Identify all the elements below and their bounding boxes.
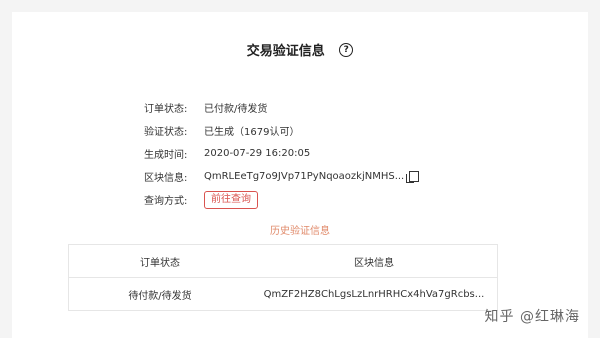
table-row: 待付款/待发货 QmZF2HZ8ChLgsLzLnrHRHCx4hVa7gRcb… [69,278,498,311]
generated-time-value: 2020-07-29 16:20:05 [204,148,311,159]
go-query-button[interactable]: 前往查询 [204,190,258,209]
page-title: 交易验证信息 [246,44,325,59]
column-header-status: 订单状态 [68,244,251,278]
query-method-row: 查询方式: 前往查询 [144,188,419,211]
generated-time-label: 生成时间: [144,150,188,161]
panel-header: 交易验证信息 ? [12,40,588,59]
column-header-block: 区块信息 [251,244,498,278]
watermark: 知乎 @红琳海 [484,309,580,325]
order-status-label: 订单状态: [144,104,188,115]
order-status-value: 已付款/待发货 [204,104,268,115]
help-icon[interactable]: ? [339,42,354,57]
history-title: 历史验证信息 [270,226,330,237]
generated-time-row: 生成时间: 2020-07-29 16:20:05 [144,142,419,165]
verify-status-row: 验证状态: 已生成（1679认可） [144,119,419,142]
detail-list: 订单状态: 已付款/待发货 验证状态: 已生成（1679认可） 生成时间: 20… [144,96,420,211]
history-block-cell: QmZF2HZ8ChLgsLzLnrHRHCx4hVa7gRcbs... [263,288,485,300]
table-header-row: 订单状态 区块信息 [68,244,498,278]
block-info-label: 区块信息: [144,173,188,184]
query-method-label: 查询方式: [144,196,188,207]
order-status-row: 订单状态: 已付款/待发货 [144,96,419,119]
history-table: 订单状态 区块信息 待付款/待发货 QmZF2HZ8ChLgsLzLnrHRHC… [68,244,498,311]
block-info-row: 区块信息: QmRLEeTg7o9JVp71PyNqoaozkjNMHS... [144,165,420,188]
block-info-value: QmRLEeTg7o9JVp71PyNqoaozkjNMHS... [204,171,405,182]
history-status-cell: 待付款/待发货 [128,290,192,302]
copy-icon[interactable] [406,171,420,183]
verification-panel: 交易验证信息 ? 订单状态: 已付款/待发货 验证状态: 已生成（1679认可）… [12,12,588,338]
verify-status-label: 验证状态: [144,127,188,138]
verify-status-value: 已生成（1679认可） [204,127,300,138]
